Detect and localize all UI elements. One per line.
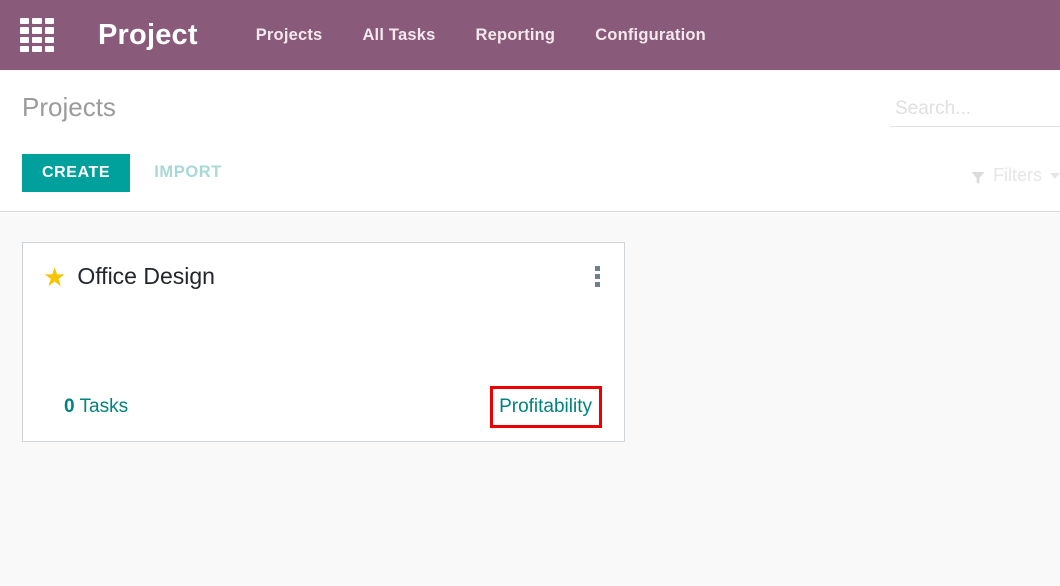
profitability-link[interactable]: Profitability	[494, 393, 597, 421]
apps-grid-cell	[32, 18, 42, 25]
main-nav-menu: Projects All Tasks Reporting Configurati…	[256, 26, 706, 45]
funnel-icon	[971, 169, 985, 184]
apps-grid-icon[interactable]	[20, 18, 54, 52]
tasks-count-link[interactable]: 0 Tasks	[64, 396, 128, 418]
control-panel: Projects CREATE IMPORT Filters	[0, 70, 1060, 212]
filters-label: Filters	[993, 165, 1042, 185]
kebab-dot	[595, 282, 600, 287]
breadcrumb[interactable]: Projects	[22, 92, 116, 123]
star-icon[interactable]: ★	[43, 264, 66, 290]
apps-grid-cell	[32, 36, 42, 43]
tasks-count-value: 0	[64, 396, 75, 417]
search-input[interactable]	[890, 98, 1060, 127]
nav-item-configuration[interactable]: Configuration	[595, 26, 706, 45]
apps-grid-cell	[44, 36, 54, 43]
card-footer: 0 Tasks Profitability	[23, 386, 624, 428]
apps-grid-cell	[32, 45, 42, 52]
apps-grid-cell	[20, 18, 30, 25]
kanban-card-office-design[interactable]: ★ Office Design 0 Tasks Profitability	[22, 242, 625, 442]
card-header: ★ Office Design	[23, 243, 624, 290]
nav-item-reporting[interactable]: Reporting	[475, 26, 555, 45]
nav-item-projects[interactable]: Projects	[256, 26, 323, 45]
apps-grid-cell	[44, 18, 54, 25]
apps-grid-cell	[20, 27, 30, 34]
kebab-dot	[595, 266, 600, 271]
tasks-count-label: Tasks	[79, 396, 129, 417]
nav-item-all-tasks[interactable]: All Tasks	[362, 26, 435, 45]
kanban-content-area: ★ Office Design 0 Tasks Profitability	[0, 212, 1060, 586]
apps-grid-cell	[20, 45, 30, 52]
chevron-down-icon	[1050, 172, 1060, 179]
apps-grid-cell	[32, 27, 42, 34]
top-navbar: Project Projects All Tasks Reporting Con…	[0, 0, 1060, 70]
import-button[interactable]: IMPORT	[154, 163, 222, 182]
create-button[interactable]: CREATE	[22, 154, 131, 192]
control-panel-buttons: CREATE IMPORT	[22, 154, 222, 192]
apps-grid-cell	[44, 45, 54, 52]
filters-dropdown[interactable]: Filters	[971, 165, 1060, 186]
apps-grid-cell	[20, 36, 30, 43]
app-brand-title[interactable]: Project	[98, 19, 198, 52]
apps-grid-cell	[44, 27, 54, 34]
kebab-dot	[595, 274, 600, 279]
profitability-wrapper: Profitability	[490, 386, 602, 428]
card-title: Office Design	[77, 263, 215, 289]
search-area	[890, 98, 1060, 127]
kebab-menu-icon[interactable]	[595, 266, 601, 287]
